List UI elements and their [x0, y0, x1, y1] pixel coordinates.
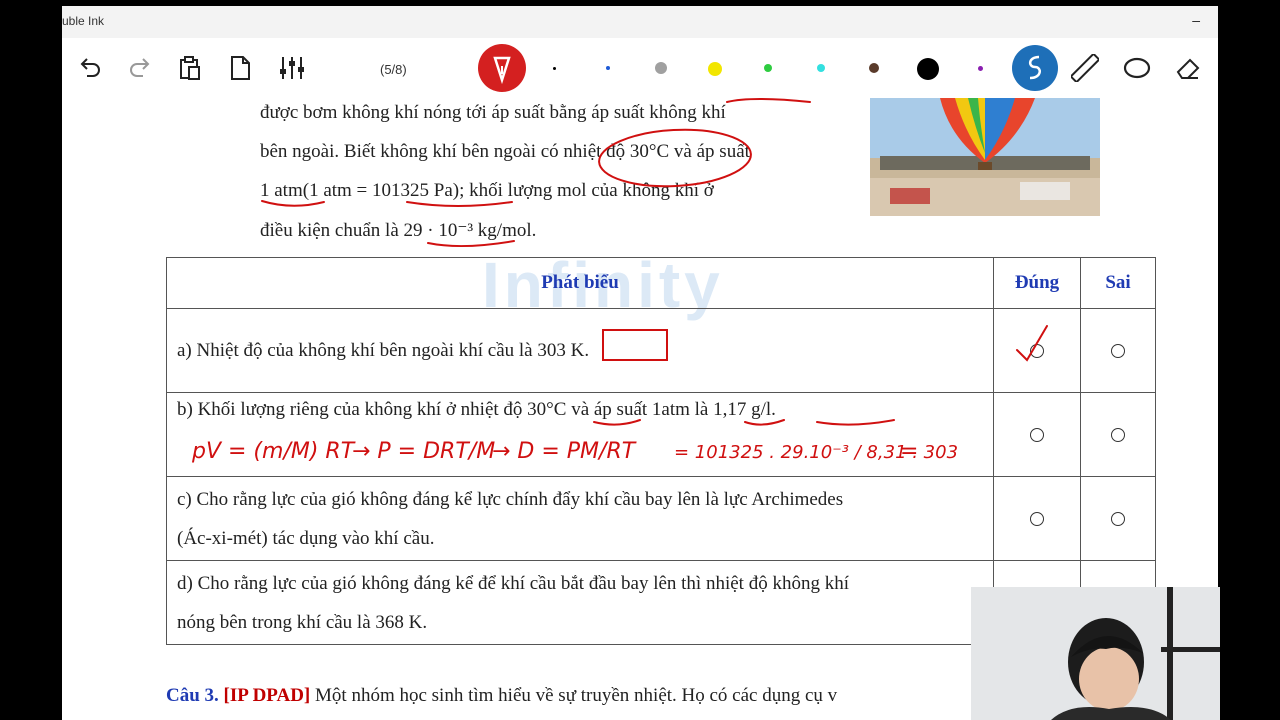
paragraph-line-3: 1 atm(1 atm = 101325 Pa); khối lượng mol…	[260, 180, 714, 201]
color-cyan[interactable]	[817, 64, 825, 72]
ruler-icon	[1071, 54, 1099, 82]
statement-c-line-1: c) Cho rằng lực của gió không đáng kể lự…	[177, 488, 844, 510]
table-row: a) Nhiệt độ của không khí bên ngoài khí …	[166, 308, 1156, 393]
page-counter: (5/8)	[380, 62, 407, 77]
header-false: Sai	[1080, 257, 1156, 309]
radio-a-false[interactable]	[1111, 344, 1125, 359]
radio-a-true[interactable]	[1030, 344, 1044, 359]
radio-c-true[interactable]	[1030, 512, 1044, 527]
redo-button[interactable]	[120, 38, 160, 98]
statement-c-line-2: (Ác-xi-mét) tác dụng vào khí cầu.	[177, 527, 435, 549]
radio-b-false[interactable]	[1111, 428, 1125, 443]
highlighter-button[interactable]	[1011, 38, 1059, 98]
paste-button[interactable]	[170, 38, 210, 98]
toolbar: (5/8)	[62, 38, 1218, 98]
color-blue[interactable]	[606, 66, 610, 70]
statement-b: b) Khối lượng riêng của không khí ở nhiệ…	[166, 392, 994, 477]
sliders-icon	[280, 57, 304, 79]
eraser-icon	[1176, 58, 1200, 79]
header-statement: Phát biểu	[166, 257, 994, 309]
pen-icon	[478, 44, 526, 92]
header-true: Đúng	[993, 257, 1081, 309]
redo-icon	[130, 58, 150, 77]
color-purple[interactable]	[978, 66, 983, 71]
undo-icon	[80, 58, 100, 77]
webcam-overlay	[971, 587, 1220, 720]
color-black-small[interactable]	[553, 67, 556, 70]
paragraph-line-2: bên ngoài. Biết không khí bên ngoài có n…	[260, 141, 750, 162]
color-brown[interactable]	[869, 63, 879, 73]
new-page-button[interactable]	[220, 38, 260, 98]
undo-button[interactable]	[70, 38, 110, 98]
radio-c-false[interactable]	[1111, 512, 1125, 527]
app-title: uble Ink	[62, 14, 105, 28]
question-tag: [IP DPAD]	[223, 685, 311, 706]
next-question: Câu 3. [IP DPAD] Một nhóm học sinh tìm h…	[166, 685, 837, 707]
ruler-button[interactable]	[1065, 38, 1105, 98]
statement-a: a) Nhiệt độ của không khí bên ngoài khí …	[166, 308, 994, 393]
clipboard-icon	[180, 56, 200, 80]
highlighter-icon	[1012, 45, 1058, 91]
shape-button[interactable]	[1117, 38, 1157, 98]
paragraph-line-4: điều kiện chuẩn là 29 · 10⁻³ kg/mol.	[260, 220, 537, 241]
page-icon	[231, 56, 250, 80]
color-green[interactable]	[764, 64, 772, 72]
settings-button[interactable]	[270, 38, 314, 98]
statement-d-line-1: d) Cho rằng lực của gió không đáng kể để…	[177, 572, 849, 594]
pen-tool-button[interactable]	[476, 38, 528, 98]
table-row: b) Khối lượng riêng của không khí ở nhiệ…	[166, 392, 1156, 477]
color-gray[interactable]	[655, 62, 667, 74]
color-yellow[interactable]	[708, 62, 722, 76]
radio-b-true[interactable]	[1030, 428, 1044, 443]
title-bar: uble Ink –	[62, 6, 1218, 38]
paragraph-line-1: được bơm không khí nóng tới áp suất bằng…	[260, 102, 726, 123]
ellipse-icon	[1123, 57, 1151, 79]
question-text: Một nhóm học sinh tìm hiểu về sự truyền …	[315, 685, 838, 706]
eraser-button[interactable]	[1168, 38, 1208, 98]
minimize-button[interactable]: –	[1192, 12, 1200, 28]
question-label: Câu 3.	[166, 685, 219, 706]
table-row: c) Cho rằng lực của gió không đáng kể lự…	[166, 476, 1156, 561]
hot-air-balloon-image	[870, 98, 1100, 216]
statement-d-line-2: nóng bên trong khí cầu là 368 K.	[177, 611, 428, 633]
color-black-large[interactable]	[917, 58, 939, 80]
